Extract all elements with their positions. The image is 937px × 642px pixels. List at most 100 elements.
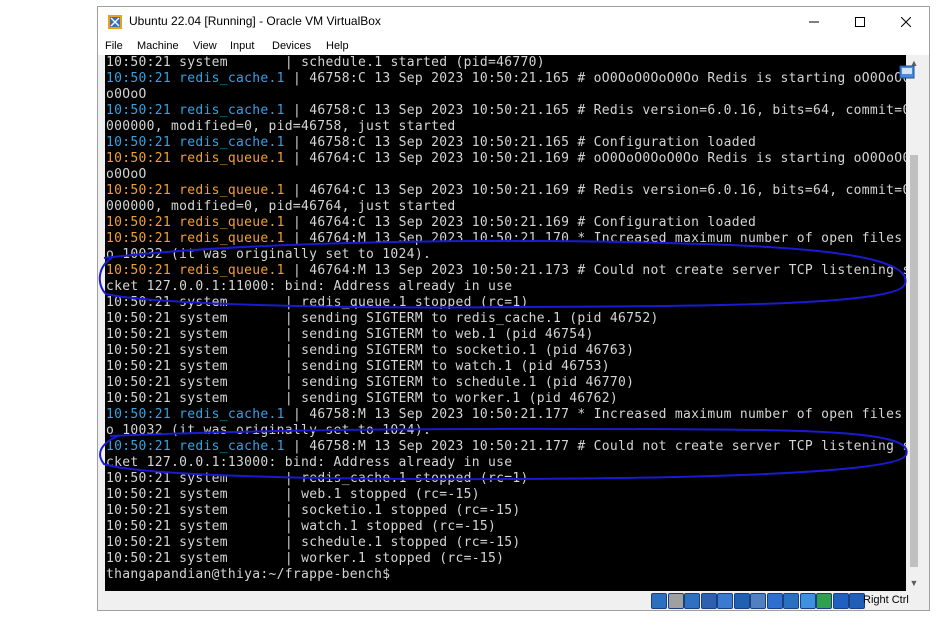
log-message: cket 127.0.0.1:13000: bind: Address alre…	[106, 455, 513, 470]
log-message: 000000, modified=0, pid=46764, just star…	[106, 199, 456, 214]
log-process: system	[179, 471, 277, 486]
display-icon[interactable]	[750, 593, 766, 609]
usb-icon[interactable]	[717, 593, 733, 609]
log-process: system	[179, 503, 277, 518]
log-timestamp: 10:50:21	[106, 135, 172, 150]
log-process: system	[179, 343, 277, 358]
virtualbox-window: Ubuntu 22.04 [Running] - Oracle VM Virtu…	[97, 6, 930, 611]
mouse-integration-icon[interactable]	[832, 593, 849, 609]
terminal-line: 10:50:21 system | sending SIGTERM to soc…	[106, 343, 906, 359]
minimize-button[interactable]	[791, 7, 837, 37]
status-bar: Right Ctrl	[98, 591, 929, 610]
terminal-scrollbar[interactable]: ▲ ▼	[906, 55, 922, 591]
log-process: redis_cache.1	[179, 103, 285, 118]
log-process: system	[179, 295, 277, 310]
maximize-button[interactable]	[837, 7, 883, 37]
hard-disk-icon[interactable]	[651, 593, 667, 609]
log-process: system	[179, 359, 277, 374]
menu-file[interactable]: File	[105, 40, 123, 52]
menu-machine[interactable]: Machine	[137, 40, 179, 52]
audio-icon[interactable]	[684, 593, 700, 609]
log-message: o 10032 (it was originally set to 1024).	[106, 423, 432, 438]
menu-input[interactable]: Input	[230, 40, 254, 52]
scroll-thumb[interactable]	[910, 155, 918, 567]
terminal-line: 10:50:21 system | sending SIGTERM to red…	[106, 311, 906, 327]
log-timestamp: 10:50:21	[106, 231, 172, 246]
terminal-line: 10:50:21 system | sending SIGTERM to sch…	[106, 375, 906, 391]
host-key-label: Right Ctrl	[863, 594, 909, 606]
log-message: | 46764:C 13 Sep 2023 10:50:21.169 # Con…	[284, 215, 757, 230]
terminal-line: 10:50:21 system | schedule.1 stopped (rc…	[106, 535, 906, 551]
network-icon[interactable]	[700, 593, 717, 609]
log-timestamp: 10:50:21	[106, 519, 172, 534]
log-process: system	[179, 551, 277, 566]
optical-drive-icon[interactable]	[667, 593, 684, 609]
terminal-line: 10:50:21 system | redis_cache.1 stopped …	[106, 471, 906, 487]
log-timestamp: 10:50:21	[106, 391, 172, 406]
terminal-line: o0OoO	[106, 87, 906, 103]
log-timestamp: 10:50:21	[106, 215, 172, 230]
log-message: | worker.1 stopped (rc=-15)	[276, 551, 505, 566]
log-timestamp: 10:50:21	[106, 103, 172, 118]
log-message: | 46758:C 13 Sep 2023 10:50:21.165 # Red…	[284, 103, 906, 118]
terminal-line: cket 127.0.0.1:11000: bind: Address alre…	[106, 279, 906, 295]
video-capture-icon[interactable]	[766, 593, 783, 609]
log-timestamp: 10:50:21	[106, 551, 172, 566]
log-timestamp: 10:50:21	[106, 311, 172, 326]
menu-devices[interactable]: Devices	[272, 40, 311, 52]
log-process: system	[179, 391, 277, 406]
close-button[interactable]	[883, 7, 929, 37]
shared-folder-icon[interactable]	[733, 593, 750, 609]
maximize-icon	[855, 17, 865, 27]
title-bar[interactable]: Ubuntu 22.04 [Running] - Oracle VM Virtu…	[98, 7, 929, 37]
terminal-output[interactable]: 10:50:21 system | schedule.1 started (pi…	[106, 55, 906, 591]
log-message: | sending SIGTERM to socketio.1 (pid 467…	[276, 343, 635, 358]
log-timestamp: 10:50:21	[106, 407, 172, 422]
virtualbox-app-icon	[108, 15, 122, 29]
log-process: redis_cache.1	[179, 407, 285, 422]
terminal-line: 10:50:21 system | redis_queue.1 stopped …	[106, 295, 906, 311]
log-timestamp: 10:50:21	[106, 487, 172, 502]
cpu-icon[interactable]	[799, 593, 816, 609]
log-timestamp: 10:50:21	[106, 327, 172, 342]
log-process: system	[179, 327, 277, 342]
mini-toolbar-icon[interactable]	[899, 65, 915, 79]
log-message: | 46764:C 13 Sep 2023 10:50:21.169 # oO0…	[284, 151, 906, 166]
minimize-icon	[809, 21, 819, 23]
log-message: cket 127.0.0.1:11000: bind: Address alre…	[106, 279, 513, 294]
log-process: redis_cache.1	[179, 135, 285, 150]
log-message: | 46764:M 13 Sep 2023 10:50:21.173 # Cou…	[284, 263, 906, 278]
menu-view[interactable]: View	[193, 40, 217, 52]
terminal-line: 10:50:21 system | worker.1 stopped (rc=-…	[106, 551, 906, 567]
log-message: | 46764:C 13 Sep 2023 10:50:21.169 # Red…	[284, 183, 906, 198]
log-message: | socketio.1 stopped (rc=-15)	[276, 503, 521, 518]
log-message: o0OoO	[106, 87, 147, 102]
log-timestamp: 10:50:21	[106, 183, 172, 198]
log-message: | 46758:C 13 Sep 2023 10:50:21.165 # Con…	[284, 135, 757, 150]
virtualization-icon[interactable]	[816, 593, 832, 609]
terminal-line: o 10032 (it was originally set to 1024).	[106, 247, 906, 263]
log-message: thangapandian@thiya:~/frappe-bench$	[106, 567, 391, 582]
log-timestamp: 10:50:21	[106, 439, 172, 454]
log-process: redis_queue.1	[179, 215, 285, 230]
log-timestamp: 10:50:21	[106, 535, 172, 550]
log-message: o 10032 (it was originally set to 1024).	[106, 247, 432, 262]
terminal-line: 10:50:21 redis_cache.1 | 46758:C 13 Sep …	[106, 103, 906, 119]
log-timestamp: 10:50:21	[106, 471, 172, 486]
log-timestamp: 10:50:21	[106, 295, 172, 310]
log-message: | 46758:M 13 Sep 2023 10:50:21.177 # Cou…	[284, 439, 906, 454]
log-process: system	[179, 55, 277, 70]
log-process: system	[179, 519, 277, 534]
terminal-line: thangapandian@thiya:~/frappe-bench$	[106, 567, 906, 583]
menu-help[interactable]: Help	[326, 40, 349, 52]
recording-icon[interactable]	[783, 593, 799, 609]
log-message: | sending SIGTERM to watch.1 (pid 46753)	[276, 359, 610, 374]
vm-display[interactable]: 10:50:21 system | schedule.1 started (pi…	[105, 55, 922, 591]
log-timestamp: 10:50:21	[106, 503, 172, 518]
log-message: | 46758:M 13 Sep 2023 10:50:21.177 * Inc…	[284, 407, 906, 422]
log-process: redis_queue.1	[179, 183, 285, 198]
scroll-down-arrow-icon[interactable]: ▼	[906, 575, 922, 591]
log-process: redis_cache.1	[179, 71, 285, 86]
log-process: redis_cache.1	[179, 439, 285, 454]
terminal-line: cket 127.0.0.1:13000: bind: Address alre…	[106, 455, 906, 471]
